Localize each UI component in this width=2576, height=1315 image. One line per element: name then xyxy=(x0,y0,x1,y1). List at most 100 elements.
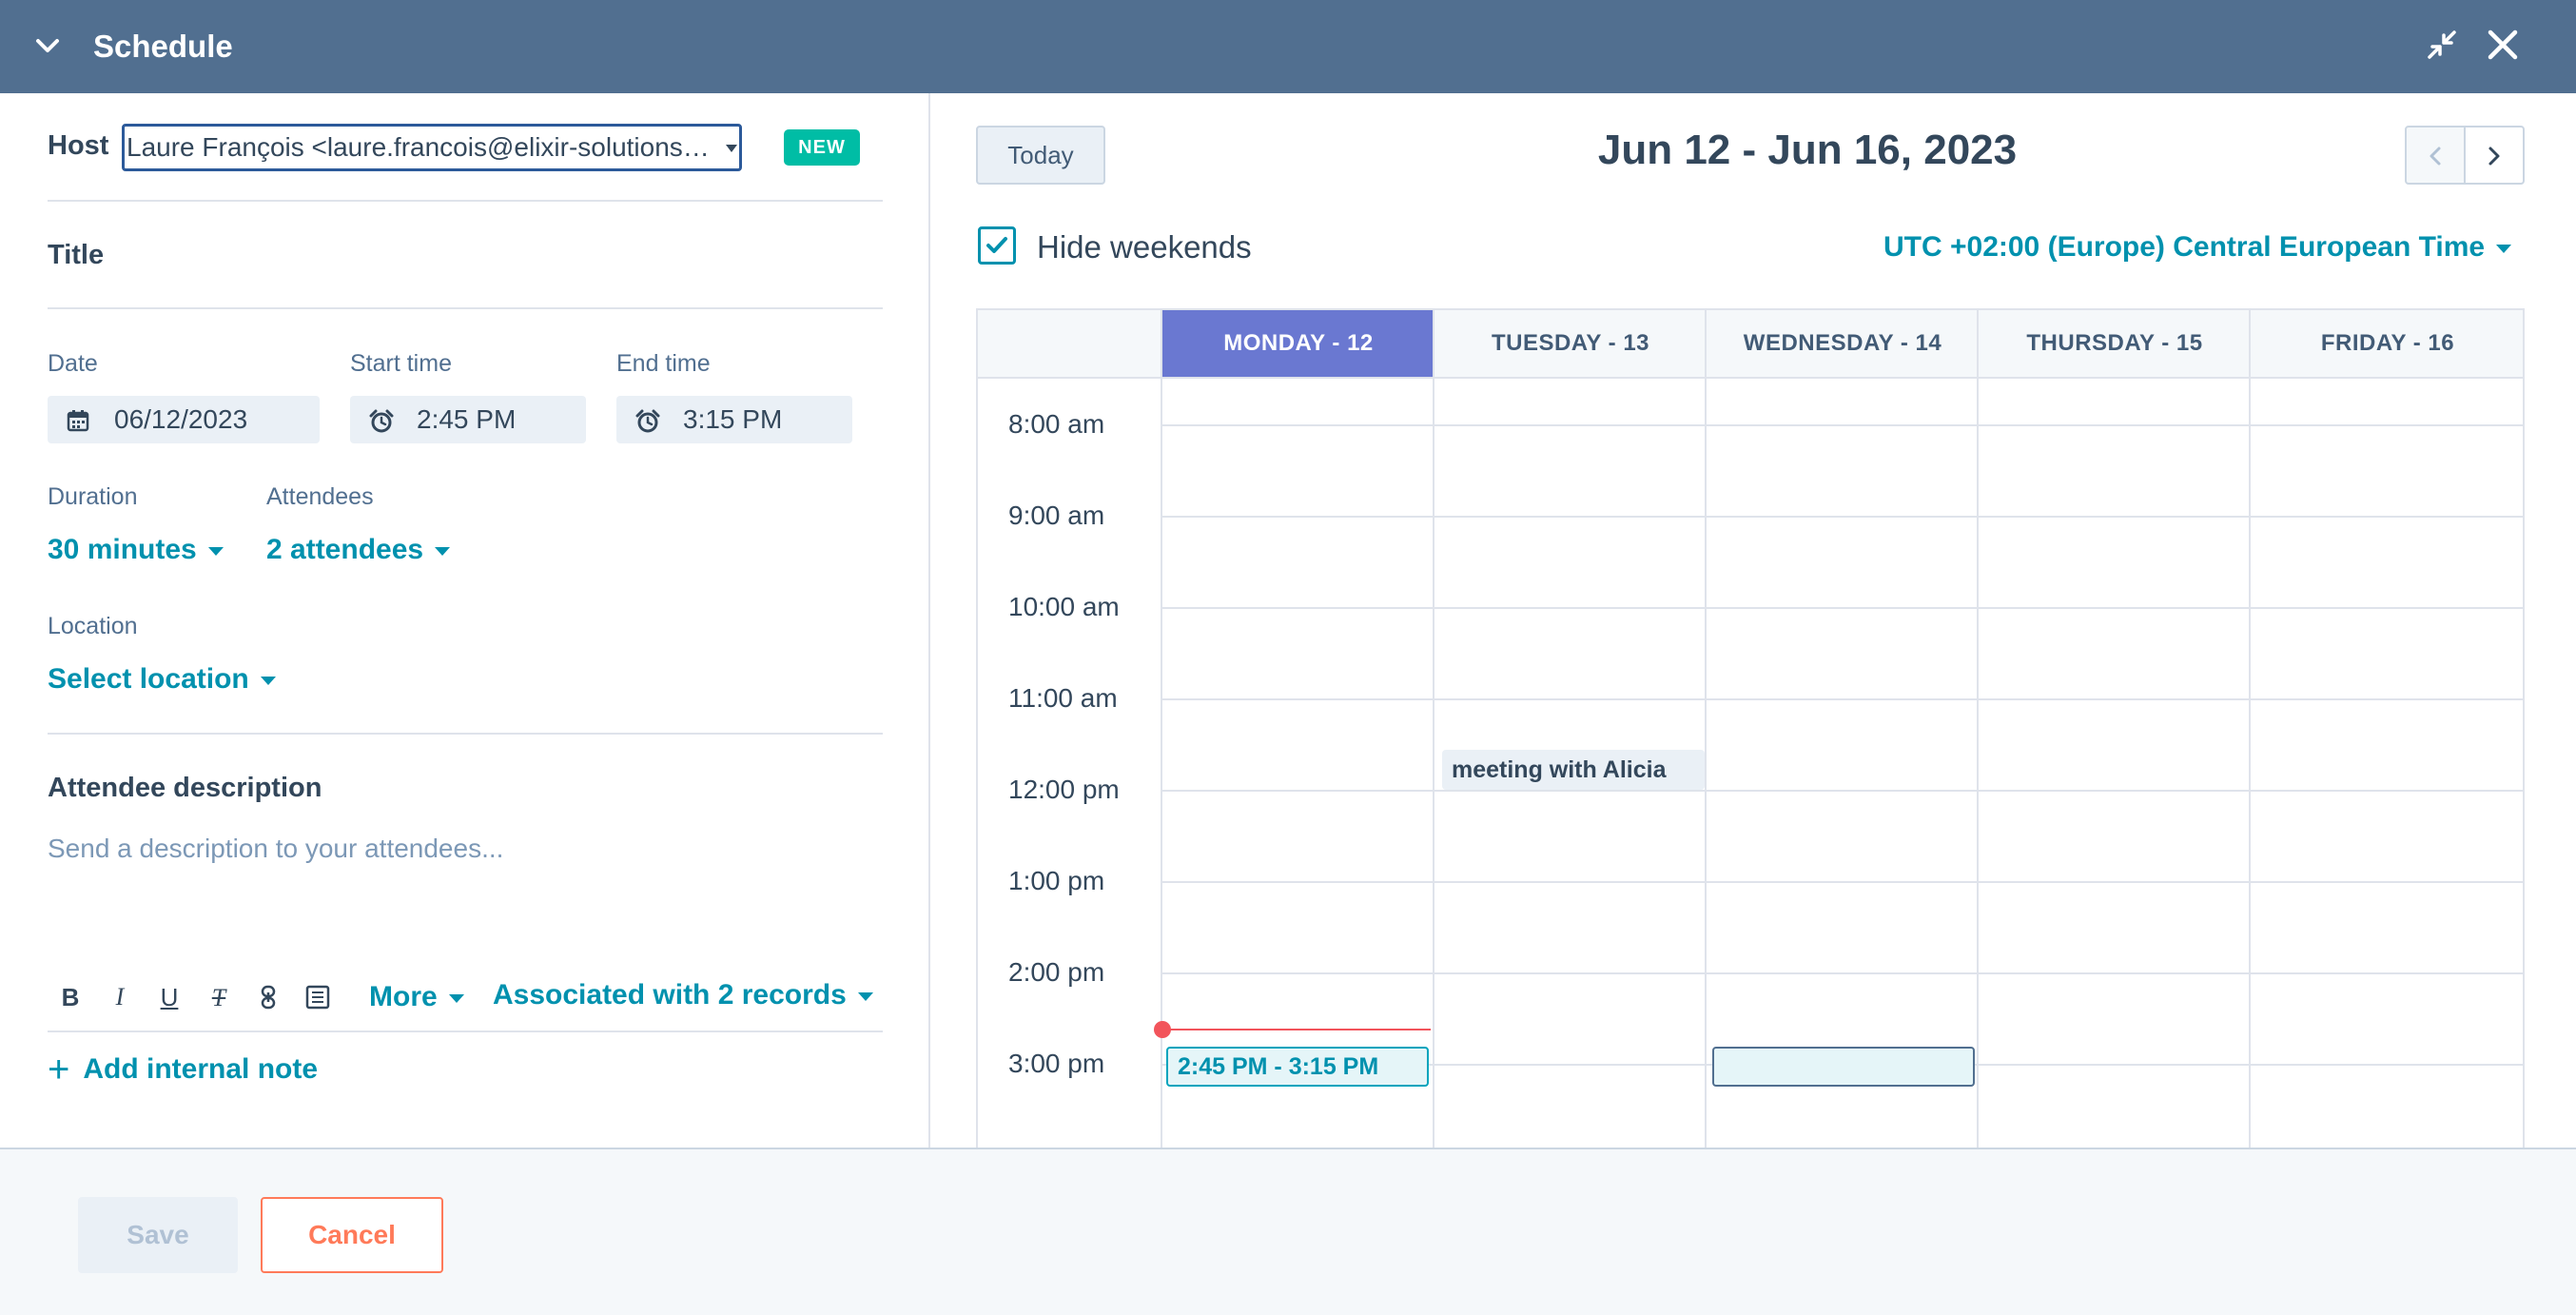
date-field[interactable]: 06/12/2023 xyxy=(48,396,320,443)
grid-line xyxy=(1977,310,1979,1148)
calendar-icon xyxy=(67,410,89,432)
date-value: 06/12/2023 xyxy=(114,404,248,434)
end-time-field[interactable]: 3:15 PM xyxy=(616,396,852,443)
day-header-friday[interactable]: FRIDAY - 16 xyxy=(2251,310,2523,377)
chevron-left-icon xyxy=(2430,147,2441,166)
checkmark-icon xyxy=(986,237,1007,253)
caret-down-icon xyxy=(2496,244,2512,253)
cancel-button[interactable]: Cancel xyxy=(261,1197,443,1273)
time-label: 8:00 am xyxy=(1008,409,1105,439)
caret-down-icon xyxy=(260,676,276,685)
description-input[interactable]: Send a description to your attendees... xyxy=(48,834,875,864)
previous-week-button[interactable] xyxy=(2405,126,2466,185)
location-dropdown[interactable]: Select location xyxy=(48,660,276,698)
attendees-label: Attendees xyxy=(266,483,374,510)
time-label: 12:00 pm xyxy=(1008,775,1120,804)
add-internal-note-button[interactable]: + Add internal note xyxy=(48,1050,318,1089)
hide-weekends-checkbox[interactable] xyxy=(978,226,1016,265)
link-button[interactable] xyxy=(251,978,285,1016)
minimize-icon[interactable] xyxy=(2424,27,2460,63)
day-header-thursday[interactable]: THURSDAY - 15 xyxy=(1979,310,2251,377)
end-time-label: End time xyxy=(616,350,711,377)
caret-down-icon xyxy=(448,993,464,1003)
busy-slot[interactable] xyxy=(1712,1047,1975,1087)
day-header-tuesday[interactable]: TUESDAY - 13 xyxy=(1434,310,1707,377)
grid-line xyxy=(1162,790,2523,792)
attendees-value: 2 attendees xyxy=(266,534,424,565)
location-value: Select location xyxy=(48,663,249,695)
next-week-button[interactable] xyxy=(2464,126,2525,185)
timezone-dropdown[interactable]: UTC +02:00 (Europe) Central European Tim… xyxy=(1883,228,2512,266)
grid-line xyxy=(1162,516,2523,518)
schedule-dialog: Schedule Host Laure François <laure.fran… xyxy=(0,0,2576,1315)
divider xyxy=(48,733,883,735)
caret-down-icon xyxy=(435,546,451,556)
add-note-label: Add internal note xyxy=(83,1053,319,1085)
caret-down-icon xyxy=(207,546,224,556)
dialog-header: Schedule xyxy=(0,0,2576,93)
dialog-footer: Save Cancel xyxy=(0,1148,2576,1315)
start-time-value: 2:45 PM xyxy=(417,404,517,434)
alarm-clock-icon xyxy=(635,409,660,433)
host-label: Host xyxy=(48,130,109,161)
divider xyxy=(48,1030,883,1032)
existing-event[interactable]: meeting with Alicia xyxy=(1442,750,1705,790)
more-label: More xyxy=(369,981,438,1012)
caret-down-icon xyxy=(857,991,873,1001)
divider xyxy=(48,307,883,309)
location-label: Location xyxy=(48,613,138,639)
time-label: 9:00 am xyxy=(1008,500,1105,530)
clear-format-button[interactable]: T xyxy=(202,978,236,1016)
alarm-clock-icon xyxy=(369,409,394,433)
plus-icon: + xyxy=(48,1049,70,1090)
hide-weekends-label[interactable]: Hide weekends xyxy=(1037,228,1252,266)
link-icon xyxy=(261,985,276,1010)
caret-down-icon xyxy=(726,145,737,152)
grid-line xyxy=(1705,310,1707,1148)
grid-line xyxy=(1162,972,2523,974)
end-time-value: 3:15 PM xyxy=(683,404,783,434)
grid-line xyxy=(1162,881,2523,883)
chevron-down-icon[interactable] xyxy=(29,27,67,65)
time-label: 2:00 pm xyxy=(1008,957,1105,987)
bold-button[interactable]: B xyxy=(53,978,88,1016)
grid-line xyxy=(1433,310,1434,1148)
new-badge: NEW xyxy=(784,129,860,166)
associated-records-dropdown[interactable]: Associated with 2 records xyxy=(493,976,873,1014)
document-icon xyxy=(305,985,330,1010)
day-header-monday[interactable]: MONDAY - 12 xyxy=(1162,310,1434,377)
snippet-button[interactable] xyxy=(301,978,335,1016)
week-calendar-grid: MONDAY - 12 TUESDAY - 13 WEDNESDAY - 14 … xyxy=(976,308,2525,1148)
pane-divider xyxy=(928,93,930,1148)
calendar-header-row: MONDAY - 12 TUESDAY - 13 WEDNESDAY - 14 … xyxy=(978,310,2523,379)
timezone-value: UTC +02:00 (Europe) Central European Tim… xyxy=(1883,231,2486,263)
attendee-description-label: Attendee description xyxy=(48,773,322,803)
grid-line xyxy=(1162,698,2523,700)
today-button[interactable]: Today xyxy=(976,126,1105,185)
attendees-dropdown[interactable]: 2 attendees xyxy=(266,531,451,569)
date-range-title: Jun 12 - Jun 16, 2023 xyxy=(1597,127,2018,173)
save-button[interactable]: Save xyxy=(78,1197,238,1273)
date-label: Date xyxy=(48,350,98,377)
italic-button[interactable]: I xyxy=(103,978,137,1016)
title-field[interactable]: Title xyxy=(48,240,104,271)
day-header-wednesday[interactable]: WEDNESDAY - 14 xyxy=(1707,310,1979,377)
time-label: 1:00 pm xyxy=(1008,866,1105,895)
new-meeting-event[interactable]: 2:45 PM - 3:15 PM xyxy=(1166,1047,1429,1087)
associated-records-label: Associated with 2 records xyxy=(493,979,847,1011)
current-time-dot xyxy=(1154,1021,1171,1038)
duration-dropdown[interactable]: 30 minutes xyxy=(48,531,224,569)
duration-label: Duration xyxy=(48,483,138,510)
duration-value: 30 minutes xyxy=(48,534,197,565)
grid-line xyxy=(1162,424,2523,426)
grid-line xyxy=(1162,607,2523,609)
host-select[interactable]: Laure François <laure.francois@elixir-so… xyxy=(122,124,742,171)
close-icon[interactable] xyxy=(2483,25,2523,65)
chevron-right-icon xyxy=(2488,147,2500,166)
more-dropdown[interactable]: More xyxy=(369,978,464,1016)
start-time-label: Start time xyxy=(350,350,452,377)
time-label: 11:00 am xyxy=(1008,683,1118,713)
grid-line xyxy=(2249,310,2251,1148)
underline-button[interactable]: U xyxy=(152,978,186,1016)
start-time-field[interactable]: 2:45 PM xyxy=(350,396,586,443)
